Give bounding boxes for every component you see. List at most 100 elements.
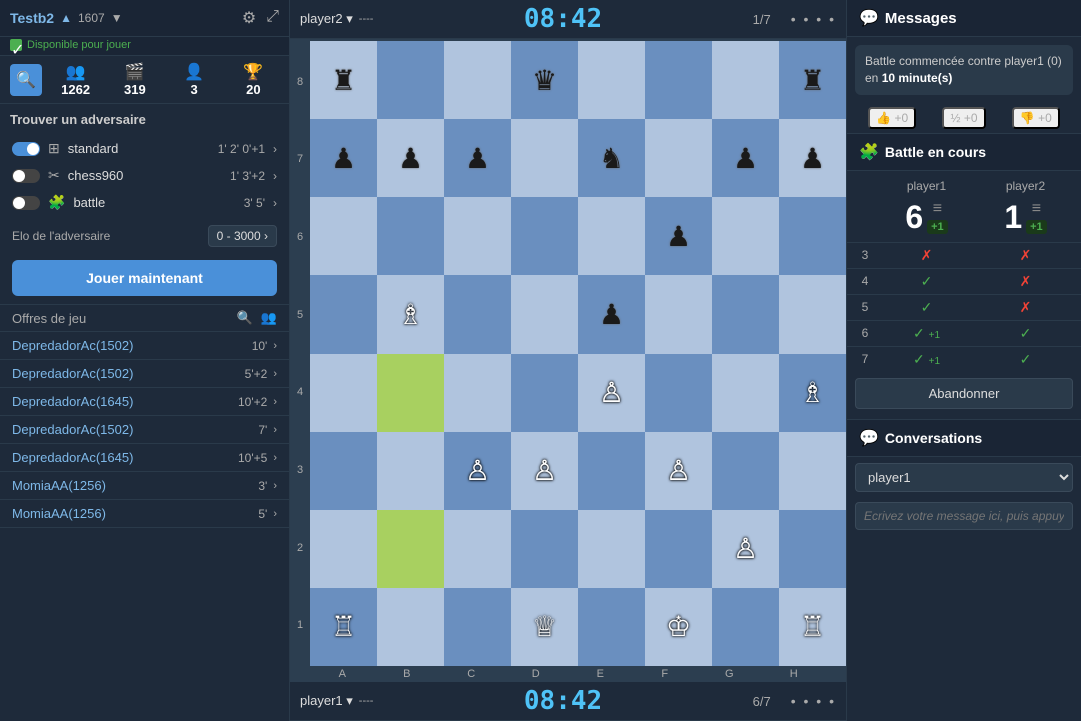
- square[interactable]: [444, 510, 511, 588]
- square[interactable]: [578, 197, 645, 275]
- square[interactable]: ♜: [310, 41, 377, 119]
- dislike-button[interactable]: 👎 +0: [1012, 107, 1060, 129]
- square[interactable]: [444, 354, 511, 432]
- stat-people[interactable]: 👥 1262: [50, 62, 101, 97]
- square[interactable]: [578, 41, 645, 119]
- square[interactable]: ♙: [712, 510, 779, 588]
- chess960-arrow[interactable]: ›: [273, 169, 277, 183]
- square[interactable]: [779, 275, 846, 353]
- square[interactable]: [511, 119, 578, 197]
- square[interactable]: [377, 354, 444, 432]
- bottom-menu-dots[interactable]: • • • •: [791, 693, 836, 709]
- square[interactable]: [712, 41, 779, 119]
- stat-games[interactable]: 🎬 319: [109, 62, 160, 97]
- square[interactable]: [377, 197, 444, 275]
- square[interactable]: [578, 588, 645, 666]
- square[interactable]: ♟: [779, 119, 846, 197]
- square[interactable]: ♙: [444, 432, 511, 510]
- square[interactable]: ♙: [645, 432, 712, 510]
- search-button[interactable]: 🔍: [10, 64, 42, 96]
- square[interactable]: [712, 432, 779, 510]
- square[interactable]: [444, 588, 511, 666]
- stat-trophy[interactable]: 🏆 20: [228, 62, 279, 97]
- square[interactable]: [645, 41, 712, 119]
- settings-icon[interactable]: ⚙: [242, 8, 256, 28]
- square[interactable]: [712, 275, 779, 353]
- square[interactable]: [645, 119, 712, 197]
- square[interactable]: ♖: [310, 588, 377, 666]
- square[interactable]: [444, 41, 511, 119]
- square[interactable]: ♟: [444, 119, 511, 197]
- battle-arrow[interactable]: ›: [273, 196, 277, 210]
- square[interactable]: [511, 197, 578, 275]
- square[interactable]: [377, 510, 444, 588]
- message-input[interactable]: [855, 502, 1073, 530]
- square[interactable]: [779, 197, 846, 275]
- stat-friends[interactable]: 👤 3: [169, 62, 220, 97]
- list-item[interactable]: MomiaAA(1256) 5' ›: [0, 500, 289, 528]
- square[interactable]: [712, 197, 779, 275]
- square[interactable]: [645, 510, 712, 588]
- chess960-toggle[interactable]: [12, 169, 40, 183]
- square[interactable]: ♟: [645, 197, 712, 275]
- square[interactable]: [310, 275, 377, 353]
- list-item[interactable]: DepredadorAc(1645) 10'+5 ›: [0, 444, 289, 472]
- square[interactable]: [511, 275, 578, 353]
- list-item[interactable]: DepredadorAc(1502) 5'+2 ›: [0, 360, 289, 388]
- square[interactable]: ♕: [511, 588, 578, 666]
- square[interactable]: ♜: [779, 41, 846, 119]
- square[interactable]: [779, 510, 846, 588]
- list-item[interactable]: DepredadorAc(1502) 10' ›: [0, 332, 289, 360]
- square[interactable]: ♗: [377, 275, 444, 353]
- elo-value[interactable]: 0 - 3000 ›: [208, 225, 277, 247]
- square[interactable]: [645, 275, 712, 353]
- square[interactable]: ♙: [578, 354, 645, 432]
- mode-chess960[interactable]: ✂ chess960 1' 3'+2 ›: [6, 162, 283, 189]
- list-item[interactable]: MomiaAA(1256) 3' ›: [0, 472, 289, 500]
- available-checkbox[interactable]: ✓: [10, 39, 22, 51]
- square[interactable]: [444, 197, 511, 275]
- square[interactable]: [310, 354, 377, 432]
- square[interactable]: [310, 197, 377, 275]
- player-select[interactable]: player1: [855, 463, 1073, 492]
- square[interactable]: [645, 354, 712, 432]
- standard-toggle[interactable]: [12, 142, 40, 156]
- play-button[interactable]: Jouer maintenant: [12, 260, 277, 296]
- square[interactable]: [310, 432, 377, 510]
- square[interactable]: [712, 354, 779, 432]
- square[interactable]: ♟: [377, 119, 444, 197]
- square[interactable]: [377, 432, 444, 510]
- square[interactable]: [377, 41, 444, 119]
- abandon-button[interactable]: Abandonner: [855, 378, 1073, 409]
- square[interactable]: ♞: [578, 119, 645, 197]
- square[interactable]: [578, 510, 645, 588]
- square[interactable]: ♗: [779, 354, 846, 432]
- battle-toggle[interactable]: [12, 196, 40, 210]
- mode-battle[interactable]: 🧩 battle 3' 5' ›: [6, 189, 283, 216]
- square[interactable]: ♙: [511, 432, 578, 510]
- square[interactable]: [310, 510, 377, 588]
- square[interactable]: [578, 432, 645, 510]
- square[interactable]: [511, 510, 578, 588]
- top-menu-dots[interactable]: • • • •: [791, 11, 836, 27]
- half-button[interactable]: ½ +0: [942, 107, 985, 129]
- square[interactable]: [377, 588, 444, 666]
- offers-people-icon[interactable]: 👥: [261, 310, 277, 326]
- mode-standard[interactable]: ⊞ standard 1' 2' 0'+1 ›: [6, 135, 283, 162]
- like-button[interactable]: 👍 +0: [868, 107, 916, 129]
- list-item[interactable]: DepredadorAc(1645) 10'+2 ›: [0, 388, 289, 416]
- square[interactable]: ♟: [310, 119, 377, 197]
- offers-search-icon[interactable]: 🔍: [237, 310, 253, 326]
- square[interactable]: ♛: [511, 41, 578, 119]
- expand-icon[interactable]: ⤢: [266, 8, 279, 28]
- list-item[interactable]: DepredadorAc(1502) 7' ›: [0, 416, 289, 444]
- square[interactable]: [712, 588, 779, 666]
- square[interactable]: [511, 354, 578, 432]
- square[interactable]: [779, 432, 846, 510]
- square[interactable]: ♟: [712, 119, 779, 197]
- square[interactable]: ♟: [578, 275, 645, 353]
- square[interactable]: ♖: [779, 588, 846, 666]
- standard-arrow[interactable]: ›: [273, 142, 277, 156]
- square[interactable]: ♔: [645, 588, 712, 666]
- square[interactable]: [444, 275, 511, 353]
